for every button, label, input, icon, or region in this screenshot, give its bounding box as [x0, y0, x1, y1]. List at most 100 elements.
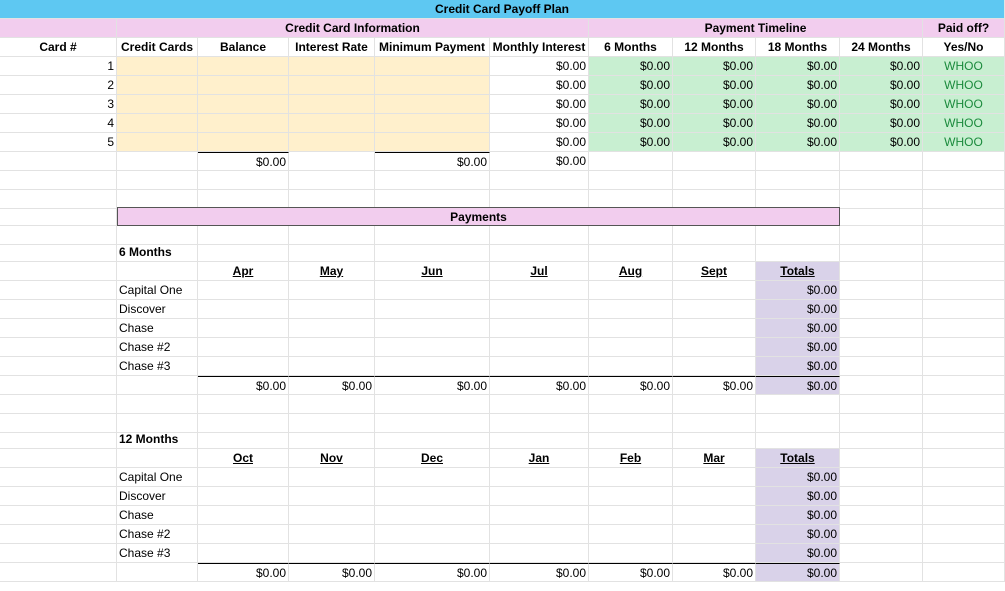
timeline-6-months[interactable]: $0.00: [589, 133, 673, 152]
payment-input[interactable]: [198, 281, 289, 300]
empty-cell[interactable]: [0, 430, 117, 449]
empty-cell[interactable]: [117, 152, 198, 171]
plan-card-name[interactable]: Chase #3: [117, 544, 198, 563]
empty-cell[interactable]: [490, 430, 589, 449]
monthly-interest[interactable]: $0.00: [490, 57, 589, 76]
row-total[interactable]: $0.00: [756, 281, 840, 300]
payment-input[interactable]: [589, 525, 673, 544]
column-header[interactable]: 18 Months: [756, 38, 840, 57]
payment-input[interactable]: [198, 319, 289, 338]
plan-card-name[interactable]: Chase #3: [117, 357, 198, 376]
column-header[interactable]: Yes/No: [923, 38, 1005, 57]
payment-input[interactable]: [289, 319, 375, 338]
column-header[interactable]: Credit Cards: [117, 38, 198, 57]
payment-input[interactable]: [589, 281, 673, 300]
empty-cell[interactable]: [117, 376, 198, 395]
empty-cell[interactable]: [673, 430, 756, 449]
balance-input[interactable]: [198, 95, 289, 114]
plan-label[interactable]: 6 Months: [117, 243, 198, 262]
empty-cell[interactable]: [840, 449, 923, 468]
payment-input[interactable]: [673, 506, 756, 525]
payment-input[interactable]: [589, 487, 673, 506]
empty-cell[interactable]: [840, 262, 923, 281]
empty-cell[interactable]: [923, 468, 1005, 487]
empty-cell[interactable]: [589, 171, 673, 190]
sheet-title[interactable]: Credit Card Payoff Plan: [0, 0, 1005, 19]
timeline-24-months[interactable]: $0.00: [840, 114, 923, 133]
empty-cell[interactable]: [0, 487, 117, 506]
card-number[interactable]: 3: [0, 95, 117, 114]
timeline-24-months[interactable]: $0.00: [840, 57, 923, 76]
timeline-18-months[interactable]: $0.00: [756, 57, 840, 76]
payment-input[interactable]: [673, 281, 756, 300]
timeline-18-months[interactable]: $0.00: [756, 133, 840, 152]
empty-cell[interactable]: [756, 171, 840, 190]
monthly-interest[interactable]: $0.00: [490, 95, 589, 114]
empty-cell[interactable]: [490, 243, 589, 262]
monthly-interest[interactable]: $0.00: [490, 114, 589, 133]
timeline-6-months[interactable]: $0.00: [589, 57, 673, 76]
card-number[interactable]: 2: [0, 76, 117, 95]
timeline-24-months[interactable]: $0.00: [840, 76, 923, 95]
plan-card-name[interactable]: Capital One: [117, 468, 198, 487]
month-header[interactable]: May: [289, 262, 375, 281]
empty-cell[interactable]: [840, 525, 923, 544]
month-header[interactable]: Jul: [490, 262, 589, 281]
card-number[interactable]: 5: [0, 133, 117, 152]
month-total[interactable]: $0.00: [375, 376, 490, 395]
empty-cell[interactable]: [0, 449, 117, 468]
minimum-payment-input[interactable]: [375, 114, 490, 133]
grand-total[interactable]: $0.00: [756, 563, 840, 582]
empty-cell[interactable]: [923, 338, 1005, 357]
minimum-payment-input[interactable]: [375, 133, 490, 152]
min-payment-total[interactable]: $0.00: [375, 152, 490, 171]
credit-card-name-input[interactable]: [117, 114, 198, 133]
plan-card-name[interactable]: Chase #2: [117, 525, 198, 544]
payment-input[interactable]: [673, 300, 756, 319]
payment-input[interactable]: [375, 300, 490, 319]
empty-cell[interactable]: [673, 171, 756, 190]
timeline-12-months[interactable]: $0.00: [673, 57, 756, 76]
payment-input[interactable]: [589, 544, 673, 563]
payment-input[interactable]: [673, 487, 756, 506]
balance-input[interactable]: [198, 133, 289, 152]
empty-cell[interactable]: [117, 449, 198, 468]
empty-cell[interactable]: [923, 281, 1005, 300]
balance-input[interactable]: [198, 57, 289, 76]
interest-rate-input[interactable]: [289, 76, 375, 95]
timeline-12-months[interactable]: $0.00: [673, 76, 756, 95]
empty-cell[interactable]: [923, 563, 1005, 582]
column-header[interactable]: Minimum Payment: [375, 38, 490, 57]
row-total[interactable]: $0.00: [756, 544, 840, 563]
empty-cell[interactable]: [289, 171, 375, 190]
empty-cell[interactable]: [673, 152, 756, 171]
empty-cell[interactable]: [840, 300, 923, 319]
totals-header[interactable]: Totals: [756, 262, 840, 281]
empty-cell[interactable]: [198, 395, 289, 414]
payment-input[interactable]: [289, 487, 375, 506]
interest-rate-input[interactable]: [289, 114, 375, 133]
empty-cell[interactable]: [198, 430, 289, 449]
empty-cell[interactable]: [923, 525, 1005, 544]
payment-input[interactable]: [589, 357, 673, 376]
empty-cell[interactable]: [923, 357, 1005, 376]
empty-cell[interactable]: [375, 171, 490, 190]
payment-input[interactable]: [198, 525, 289, 544]
month-header[interactable]: Jun: [375, 262, 490, 281]
timeline-6-months[interactable]: $0.00: [589, 114, 673, 133]
empty-cell[interactable]: [840, 506, 923, 525]
card-number[interactable]: 4: [0, 114, 117, 133]
empty-cell[interactable]: [589, 152, 673, 171]
payment-input[interactable]: [490, 487, 589, 506]
empty-cell[interactable]: [840, 544, 923, 563]
payment-input[interactable]: [490, 338, 589, 357]
payments-title[interactable]: Payments: [117, 207, 840, 226]
empty-cell[interactable]: [0, 563, 117, 582]
payment-input[interactable]: [589, 319, 673, 338]
empty-cell[interactable]: [0, 468, 117, 487]
minimum-payment-input[interactable]: [375, 95, 490, 114]
empty-cell[interactable]: [289, 395, 375, 414]
plan-card-name[interactable]: Chase #2: [117, 338, 198, 357]
plan-label[interactable]: 12 Months: [117, 430, 198, 449]
payment-input[interactable]: [289, 506, 375, 525]
